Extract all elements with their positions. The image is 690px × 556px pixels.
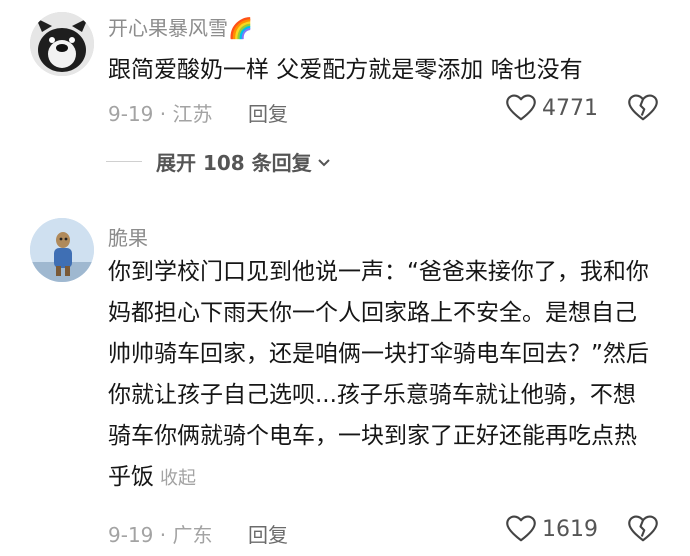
expand-replies-button[interactable]: 展开 108 条回复 xyxy=(106,147,332,176)
comment-item: 开心果暴风雪🌈 跟简爱酸奶一样 父爱配方就是零添加 啥也没有 9-19 · 江苏… xyxy=(0,0,690,190)
comment-item: 脆果 你到学校门口见到他说一声：“爸爸来接你了，我和你妈都担心下雨天你一个人回家… xyxy=(0,210,690,556)
like-count: 4771 xyxy=(542,95,598,121)
like-button[interactable]: 1619 xyxy=(506,515,598,543)
comment-text: 你到学校门口见到他说一声：“爸爸来接你了，我和你妈都担心下雨天你一个人回家路上不… xyxy=(108,252,653,499)
heart-icon xyxy=(506,94,536,121)
comment-text-body: 你到学校门口见到他说一声：“爸爸来接你了，我和你妈都担心下雨天你一个人回家路上不… xyxy=(108,259,649,490)
comment-username[interactable]: 开心果暴风雪🌈 xyxy=(108,12,253,41)
dislike-button[interactable] xyxy=(628,94,658,126)
heart-icon xyxy=(506,515,536,542)
avatar[interactable] xyxy=(30,218,94,282)
meerkat-avatar-icon xyxy=(30,218,94,282)
broken-heart-icon xyxy=(628,515,658,542)
broken-heart-icon xyxy=(628,94,658,121)
like-button[interactable]: 4771 xyxy=(506,94,598,122)
divider xyxy=(106,161,142,162)
expand-replies-label: 展开 108 条回复 xyxy=(156,151,312,175)
comment-text: 跟简爱酸奶一样 父爱配方就是零添加 啥也没有 xyxy=(108,57,583,83)
chevron-down-icon xyxy=(317,158,330,166)
reply-button[interactable]: 回复 xyxy=(248,98,288,127)
avatar[interactable] xyxy=(30,12,94,76)
like-count: 1619 xyxy=(542,516,598,542)
reply-button[interactable]: 回复 xyxy=(248,519,288,548)
collapse-button[interactable]: 收起 xyxy=(160,468,196,489)
comment-date-location: 9-19 · 广东 xyxy=(108,523,213,547)
comment-username[interactable]: 脆果 xyxy=(108,222,148,251)
dislike-button[interactable] xyxy=(628,515,658,547)
comment-date-location: 9-19 · 江苏 xyxy=(108,102,213,126)
dog-avatar-icon xyxy=(30,12,94,76)
